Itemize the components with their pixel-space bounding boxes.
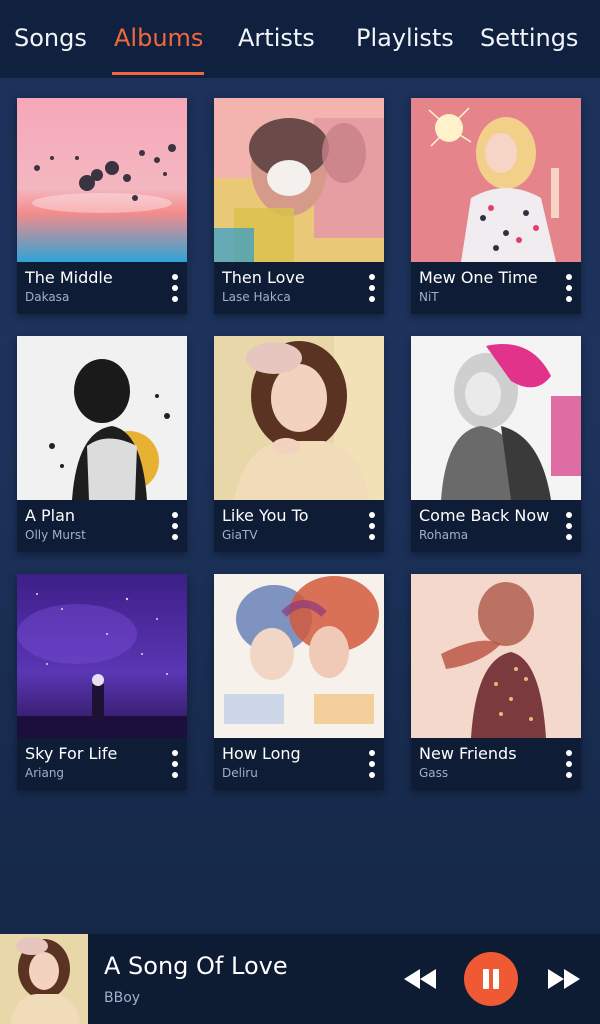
album-meta: The Middle Dakasa (17, 262, 187, 314)
album-artist: Gass (419, 766, 449, 780)
album-title: Then Love (222, 268, 305, 287)
album-art (411, 98, 581, 262)
album-meta: Then Love Lase Hakca (214, 262, 384, 314)
album-card[interactable]: How Long Deliru (214, 574, 384, 790)
pause-button[interactable] (464, 952, 518, 1006)
album-meta: A Plan Olly Murst (17, 500, 187, 552)
album-artist: Deliru (222, 766, 258, 780)
fast-forward-icon[interactable] (544, 964, 584, 994)
more-vertical-icon[interactable] (364, 268, 380, 308)
album-artist: Rohama (419, 528, 469, 542)
album-title: The Middle (25, 268, 113, 287)
album-card[interactable]: A Plan Olly Murst (17, 336, 187, 552)
tab-playlists[interactable]: Playlists (356, 18, 454, 62)
album-title: Like You To (222, 506, 309, 525)
more-vertical-icon[interactable] (561, 744, 577, 784)
album-art (17, 336, 187, 500)
album-artist: Lase Hakca (222, 290, 291, 304)
album-artist: NiT (419, 290, 439, 304)
album-art (17, 574, 187, 738)
more-vertical-icon[interactable] (364, 506, 380, 546)
album-title: Sky For Life (25, 744, 118, 763)
active-tab-indicator (112, 72, 204, 75)
tab-artists[interactable]: Artists (238, 18, 315, 62)
more-vertical-icon[interactable] (364, 744, 380, 784)
album-card[interactable]: The Middle Dakasa (17, 98, 187, 314)
album-card[interactable]: New Friends Gass (411, 574, 581, 790)
album-art (17, 98, 187, 262)
album-art (214, 336, 384, 500)
more-vertical-icon[interactable] (167, 506, 183, 546)
album-title: Mew One Time (419, 268, 538, 287)
album-art (214, 574, 384, 738)
album-art (411, 336, 581, 500)
album-meta: Come Back Now Rohama (411, 500, 581, 552)
now-playing-title: A Song Of Love (104, 952, 288, 980)
album-meta: Like You To GiaTV (214, 500, 384, 552)
album-artist: GiaTV (222, 528, 258, 542)
album-card[interactable]: Come Back Now Rohama (411, 336, 581, 552)
album-artist: Ariang (25, 766, 65, 780)
album-card[interactable]: Mew One Time NiT (411, 98, 581, 314)
more-vertical-icon[interactable] (167, 268, 183, 308)
tab-bar: Songs Albums Artists Playlists Settings (0, 0, 600, 78)
album-artist: Olly Murst (25, 528, 86, 542)
album-meta: Mew One Time NiT (411, 262, 581, 314)
rewind-icon[interactable] (400, 964, 440, 994)
album-card[interactable]: Sky For Life Ariang (17, 574, 187, 790)
tab-settings[interactable]: Settings (480, 18, 578, 62)
pause-icon (483, 969, 499, 989)
album-title: New Friends (419, 744, 517, 763)
album-meta: How Long Deliru (214, 738, 384, 790)
album-art (411, 574, 581, 738)
album-title: A Plan (25, 506, 76, 525)
album-title: Come Back Now (419, 506, 550, 525)
more-vertical-icon[interactable] (561, 506, 577, 546)
album-artist: Dakasa (25, 290, 70, 304)
album-meta: New Friends Gass (411, 738, 581, 790)
album-meta: Sky For Life Ariang (17, 738, 187, 790)
more-vertical-icon[interactable] (167, 744, 183, 784)
album-grid: The Middle Dakasa Then Love Lase Hakca M… (0, 78, 600, 808)
now-playing-art[interactable] (0, 934, 88, 1024)
now-playing-artist: BBoy (104, 990, 141, 1006)
now-playing-bar[interactable]: A Song Of Love BBoy (0, 934, 600, 1024)
album-title: How Long (222, 744, 301, 763)
album-art (214, 98, 384, 262)
album-card[interactable]: Then Love Lase Hakca (214, 98, 384, 314)
tab-songs[interactable]: Songs (14, 18, 87, 62)
album-card[interactable]: Like You To GiaTV (214, 336, 384, 552)
tab-albums[interactable]: Albums (114, 18, 203, 62)
more-vertical-icon[interactable] (561, 268, 577, 308)
